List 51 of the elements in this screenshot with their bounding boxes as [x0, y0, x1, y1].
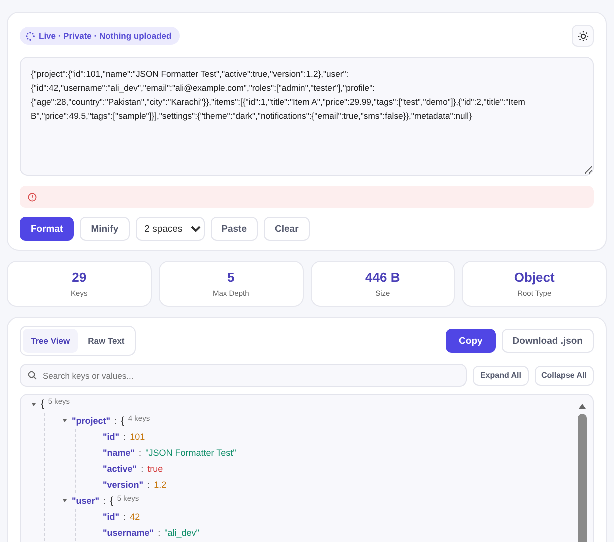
stat-value: 29 — [72, 270, 87, 285]
colon-separator: : — [124, 511, 126, 524]
stat-value: 446 B — [366, 270, 400, 285]
colon-separator: : — [158, 527, 161, 540]
format-button[interactable]: Format — [20, 217, 74, 241]
json-value: "ali_dev" — [164, 527, 200, 540]
colon-separator: : — [114, 415, 118, 428]
json-key: "name" — [103, 445, 136, 461]
json-key: "project" — [72, 413, 111, 429]
json-key: "username" — [103, 525, 154, 541]
colon-separator: : — [148, 479, 150, 492]
json-input-field[interactable]: {"project":{"id":101,"name":"JSON Formatter Test","active":true,"version":1.2},"user":{"id":42,"username":"ali_dev","email":"ali@example.com","roles":["admin","tester"],"profile":{"age":28,"country":"Pakistan","city":"Karachi"}},"items":[{"id":1,"title":"Item A","price":29.99,"tags":["test","demo"]},{"id":2,"title":"Item B","price":49.5,"tags":["sample"]}],"settings":{"theme":"dark","notifications":{"email":true,"sms":false}},"metadata":null} — [20, 57, 594, 176]
json-value: 1.2 — [154, 479, 167, 492]
json-value: true — [148, 463, 164, 476]
view-tab[interactable]: Tree View — [23, 329, 78, 353]
collapse-all-button[interactable]: Collapse All — [534, 366, 594, 386]
theme-toggle-button[interactable] — [572, 25, 594, 47]
json-key: "user" — [72, 493, 100, 509]
colon-separator: : — [139, 447, 142, 460]
open-brace: { — [41, 398, 44, 412]
stat-value: Object — [514, 270, 555, 285]
json-key: "id" — [103, 509, 120, 525]
expand-toggle-icon[interactable] — [62, 498, 68, 504]
json-value: 101 — [130, 431, 146, 444]
expand-toggle-icon[interactable] — [31, 402, 37, 408]
view-tab[interactable]: Raw Text — [80, 329, 133, 353]
paste-button[interactable]: Paste — [210, 217, 258, 241]
json-key: "active" — [103, 461, 138, 477]
json-value: 42 — [130, 511, 140, 524]
json-key: "version" — [103, 477, 144, 493]
minify-button[interactable]: Minify — [80, 217, 130, 241]
json-value: "JSON Formatter Test" — [146, 447, 236, 460]
alert-icon — [28, 192, 37, 202]
search-field[interactable]: Search keys or values... — [20, 364, 468, 387]
download-button[interactable]: Download .json — [502, 329, 594, 353]
status-badge: Live · Private · Nothing uploaded — [20, 27, 180, 45]
sun-icon — [578, 30, 588, 42]
expand-all-button[interactable]: Expand All — [473, 366, 528, 386]
copy-button[interactable]: Copy — [446, 329, 496, 353]
spinner-icon — [26, 32, 35, 40]
expand-toggle-icon[interactable] — [62, 418, 68, 424]
clear-button[interactable]: Clear — [264, 217, 310, 241]
open-brace: { — [121, 415, 124, 429]
colon-separator: : — [124, 431, 126, 444]
search-icon — [28, 371, 37, 380]
json-key: "id" — [103, 429, 120, 445]
colon-separator: : — [104, 495, 106, 508]
open-brace: { — [110, 495, 114, 509]
stat-value: 5 — [228, 270, 235, 285]
colon-separator: : — [141, 463, 144, 476]
indent-select[interactable]: 2 spaces — [136, 217, 205, 241]
